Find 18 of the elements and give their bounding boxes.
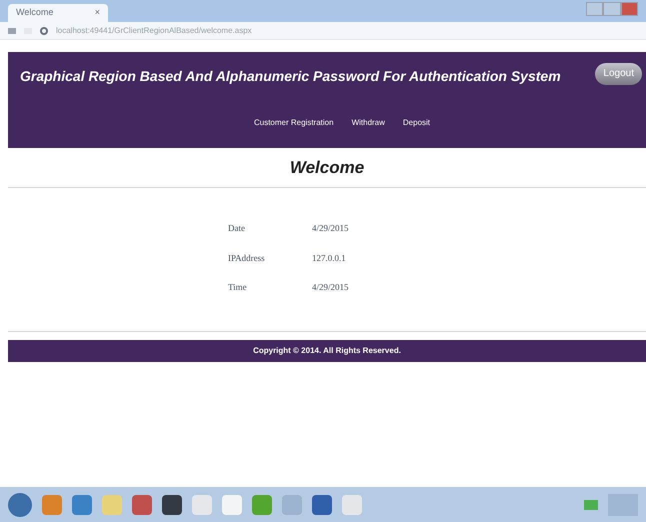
tray-icon[interactable] xyxy=(584,500,598,510)
taskbar-app-icon[interactable] xyxy=(162,494,182,514)
window-controls[interactable] xyxy=(586,2,638,16)
detail-label: IPAddress xyxy=(228,252,266,264)
nav-link[interactable]: Withdraw xyxy=(352,117,385,129)
detail-value: 4/29/2015 xyxy=(312,281,349,294)
nav-link[interactable]: Customer Registration xyxy=(254,117,334,129)
detail-value: 4/29/2015 xyxy=(312,222,349,235)
detail-label: Date xyxy=(228,222,246,235)
copyright-text: Copyright © 2014. All Rights Reserved. xyxy=(253,345,401,357)
page-heading: Welcome xyxy=(290,156,364,179)
detail-label: Time xyxy=(228,281,248,294)
browser-tab[interactable]: Welcome × xyxy=(8,4,108,22)
start-button-icon[interactable] xyxy=(8,492,32,516)
nav-link[interactable]: Deposit xyxy=(402,117,430,129)
detail-value: 127.0.0.1 xyxy=(312,252,346,264)
taskbar-app-icon[interactable] xyxy=(312,494,332,514)
site-title: Graphical Region Based And Alphanumeric Password For Authentication System xyxy=(20,67,561,86)
